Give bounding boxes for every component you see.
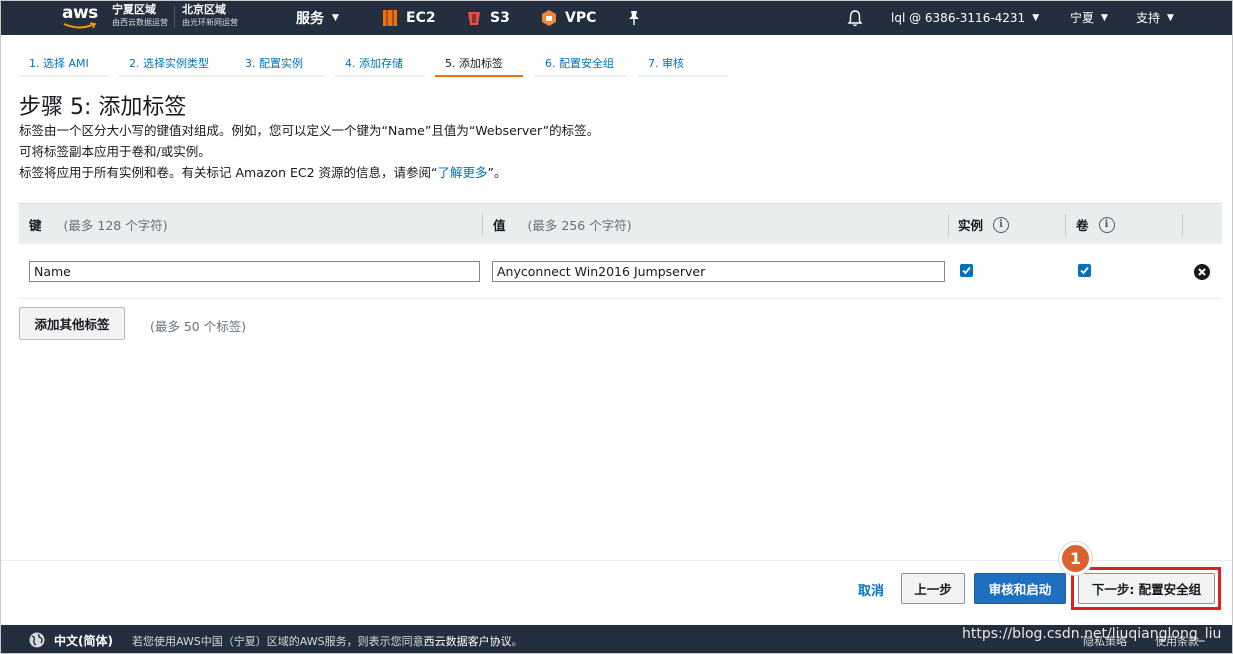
action-bar-divider xyxy=(0,560,1233,561)
vpc-shortcut[interactable]: VPC xyxy=(541,0,596,35)
pin-button[interactable] xyxy=(627,0,641,35)
services-menu[interactable]: 服务 ▼ xyxy=(296,0,339,35)
region-label: 宁夏 xyxy=(1070,11,1095,25)
description-line-1: 标签由一个区分大小写的键值对组成。例如，您可以定义一个键为“Name”且值为“W… xyxy=(19,123,600,138)
customer-agreement-link[interactable]: 西云数据客户协议 xyxy=(424,635,512,648)
column-key-header: 键 (最多 128 个字符) xyxy=(29,204,168,245)
step-configure-security-group[interactable]: 6. 配置安全组 xyxy=(535,46,627,77)
checkmark-icon xyxy=(1080,266,1089,275)
aws-logo[interactable]: aws xyxy=(62,3,100,31)
legal-text: 若您使用AWS中国（宁夏）区域的AWS服务，则表示您同意 xyxy=(132,635,424,648)
volume-checkbox[interactable] xyxy=(1078,264,1091,277)
language-selector[interactable]: 中文(简体) xyxy=(54,632,113,649)
cancel-button[interactable]: 取消 xyxy=(858,580,884,599)
step-configure-instance[interactable]: 3. 配置实例 xyxy=(235,46,325,77)
pin-icon xyxy=(629,10,639,25)
region-divider xyxy=(174,6,175,28)
column-instance-label: 实例 xyxy=(958,218,984,233)
account-label: lql @ 6386-3116-4231 xyxy=(891,10,1026,25)
add-tag-button[interactable]: 添加其他标签 xyxy=(19,307,125,340)
services-label: 服务 xyxy=(296,10,324,27)
page-title: 步骤 5: 添加标签 xyxy=(19,95,187,120)
description-text-end: ”。 xyxy=(487,165,507,180)
region-ningxia-sub: 由西云数据运营 xyxy=(112,18,168,27)
column-divider xyxy=(1182,214,1183,236)
region-menu[interactable]: 宁夏 ▼ xyxy=(1070,0,1108,35)
aws-logo-text: aws xyxy=(62,3,98,23)
support-label: 支持 xyxy=(1136,11,1161,25)
step-choose-ami[interactable]: 1. 选择 AMI xyxy=(19,46,109,77)
column-volume-header: 卷 i xyxy=(1076,204,1115,245)
checkmark-icon xyxy=(962,266,971,275)
column-key-hint: (最多 128 个字符) xyxy=(63,218,168,233)
legal-notice: 若您使用AWS中国（宁夏）区域的AWS服务，则表示您同意西云数据客户协议。 xyxy=(132,633,523,649)
region-beijing-sub: 由光环新网运营 xyxy=(182,18,238,27)
chevron-down-icon: ▼ xyxy=(1032,12,1040,23)
ec2-icon xyxy=(383,9,397,26)
description-text: 标签将应用于所有实例和卷。有关标记 Amazon EC2 资源的信息，请参阅“ xyxy=(19,165,438,180)
column-divider xyxy=(1065,214,1066,236)
column-divider xyxy=(482,214,483,236)
review-and-launch-button[interactable]: 审核和启动 xyxy=(974,573,1066,604)
description-line-3: 标签将应用于所有实例和卷。有关标记 Amazon EC2 资源的信息，请参阅“了… xyxy=(19,162,507,181)
step-add-tags[interactable]: 5. 添加标签 xyxy=(435,46,523,77)
tag-value-input[interactable] xyxy=(492,261,945,282)
previous-button[interactable]: 上一步 xyxy=(901,573,965,604)
aws-smile-icon xyxy=(63,22,97,29)
step-number-badge: 1 xyxy=(1059,542,1092,575)
region-beijing-block[interactable]: 北京区域 由光环新网运营 xyxy=(182,3,238,29)
tags-table-header: 键 (最多 128 个字符) 值 (最多 256 个字符) 实例 i 卷 i xyxy=(19,203,1222,244)
remove-tag-icon[interactable] xyxy=(1194,264,1210,280)
legal-text-end: 。 xyxy=(511,635,523,648)
region-ningxia-title: 宁夏区域 xyxy=(112,3,156,16)
close-icon xyxy=(1198,268,1206,276)
step-add-storage[interactable]: 4. 添加存储 xyxy=(335,46,425,77)
step-review[interactable]: 7. 审核 xyxy=(638,46,728,77)
info-icon[interactable]: i xyxy=(1098,216,1115,233)
s3-icon xyxy=(468,11,480,25)
column-instance-header: 实例 i xyxy=(958,204,1010,245)
globe-icon[interactable] xyxy=(29,632,45,648)
step-choose-instance-type[interactable]: 2. 选择实例类型 xyxy=(119,46,241,77)
ec2-label: EC2 xyxy=(406,9,436,26)
column-volume-label: 卷 xyxy=(1076,218,1089,233)
column-value-hint: (最多 256 个字符) xyxy=(527,218,632,233)
region-beijing-title: 北京区域 xyxy=(182,3,226,16)
s3-label: S3 xyxy=(490,9,510,26)
tag-key-input[interactable] xyxy=(29,261,480,282)
column-value-label: 值 xyxy=(493,218,506,233)
bell-icon xyxy=(847,9,863,26)
notifications-button[interactable] xyxy=(847,0,863,35)
s3-shortcut[interactable]: S3 xyxy=(466,0,510,35)
vpc-label: VPC xyxy=(565,9,597,26)
add-tag-hint: (最多 50 个标签) xyxy=(150,319,247,334)
column-value-header: 值 (最多 256 个字符) xyxy=(493,204,632,245)
top-navigation: aws 宁夏区域 由西云数据运营 北京区域 由光环新网运营 服务 ▼ EC2 S… xyxy=(0,0,1233,35)
account-menu[interactable]: lql @ 6386-3116-4231 ▼ xyxy=(891,0,1039,35)
info-icon[interactable]: i xyxy=(993,216,1010,233)
instance-checkbox[interactable] xyxy=(960,264,973,277)
description-line-2: 可将标签副本应用于卷和/或实例。 xyxy=(19,144,211,159)
ec2-shortcut[interactable]: EC2 xyxy=(382,0,436,35)
chevron-down-icon: ▼ xyxy=(1101,12,1108,23)
region-ningxia-block[interactable]: 宁夏区域 由西云数据运营 xyxy=(112,3,168,29)
chevron-down-icon: ▼ xyxy=(1167,12,1174,23)
highlight-annotation xyxy=(1071,567,1221,610)
column-key-label: 键 xyxy=(29,218,42,233)
support-menu[interactable]: 支持 ▼ xyxy=(1136,0,1174,35)
column-divider xyxy=(948,214,949,236)
watermark: https://blog.csdn.net/liuqianglong_liu xyxy=(962,626,1222,642)
chevron-down-icon: ▼ xyxy=(332,12,339,23)
vpc-icon xyxy=(542,9,556,26)
learn-more-link[interactable]: 了解更多 xyxy=(438,165,488,180)
table-row xyxy=(19,244,1222,299)
